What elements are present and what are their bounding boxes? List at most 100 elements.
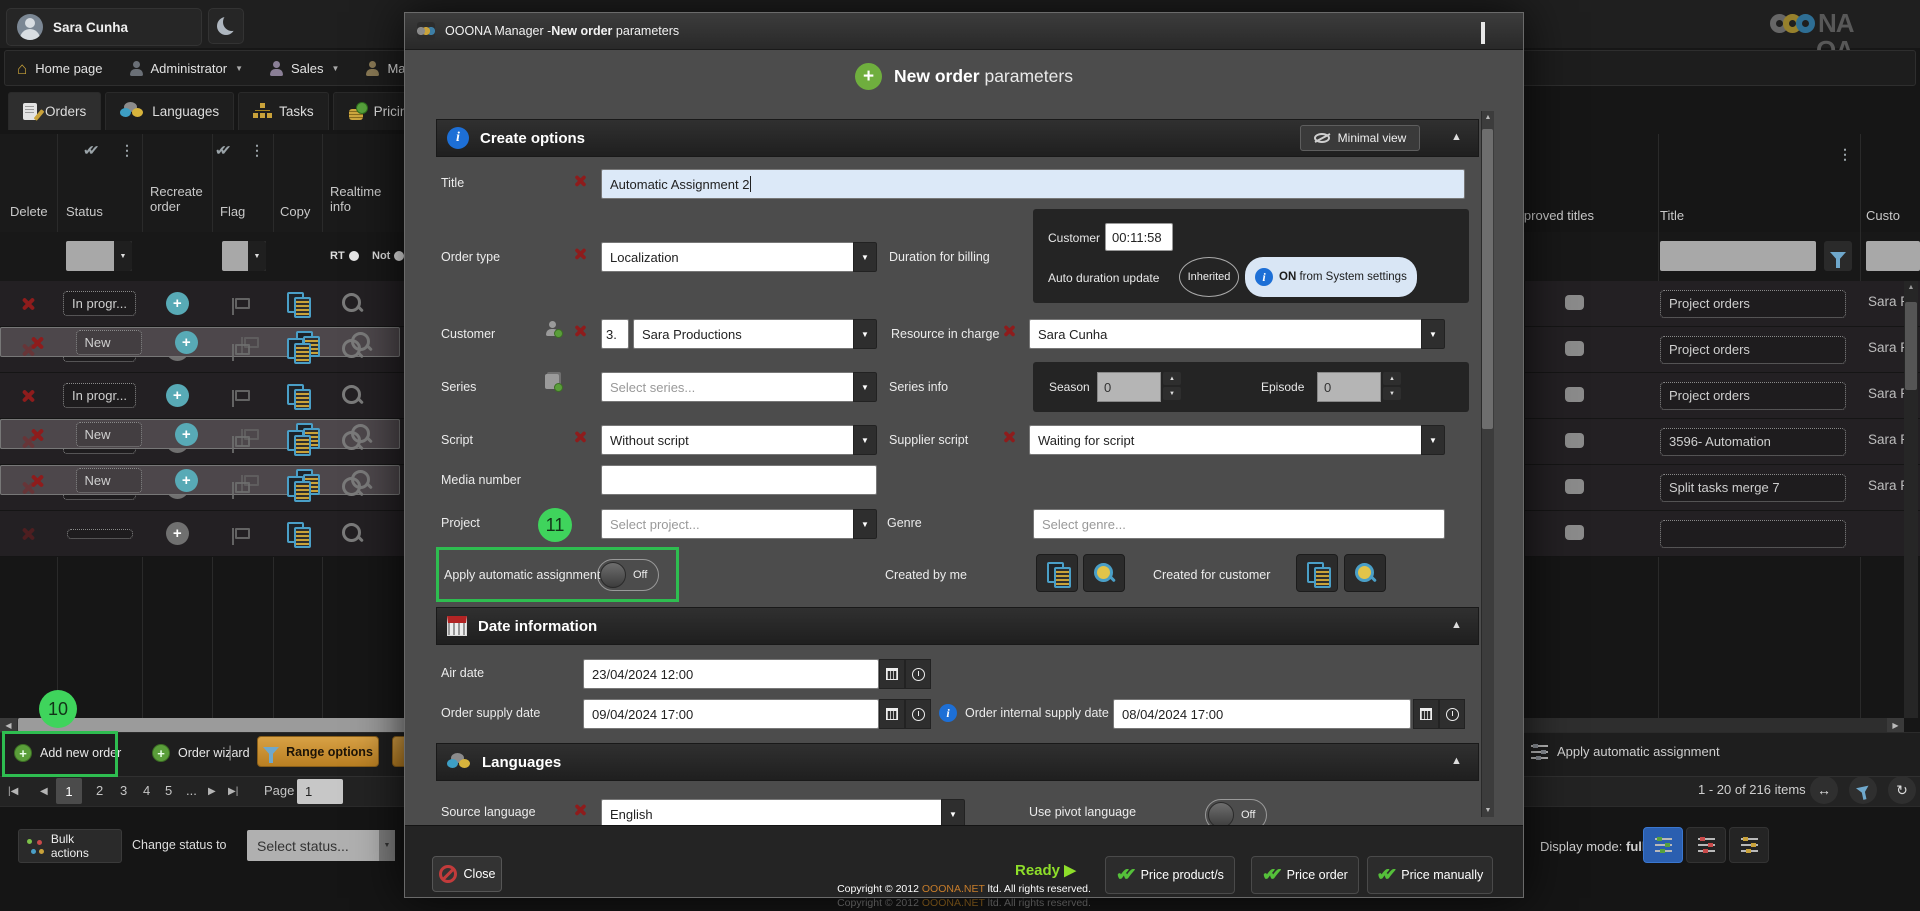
- status-button[interactable]: In progr...: [63, 291, 136, 316]
- resource-in-charge-dropdown[interactable]: Sara Cunha▼: [1029, 319, 1445, 349]
- customer-duration-input[interactable]: 00:11:58: [1105, 223, 1173, 251]
- order-title[interactable]: Split tasks merge 7: [1660, 474, 1846, 502]
- chevron-down-icon[interactable]: ▼: [853, 242, 877, 272]
- chevron-down-icon[interactable]: ▼: [1421, 319, 1445, 349]
- page-3-button[interactable]: 3: [120, 783, 127, 798]
- tab-orders[interactable]: Orders: [8, 92, 101, 130]
- page-2-button[interactable]: 2: [96, 783, 103, 798]
- page-ellipsis[interactable]: ...: [186, 783, 197, 798]
- scroll-right-icon[interactable]: ▶: [1887, 718, 1904, 732]
- copy-button[interactable]: [273, 522, 322, 545]
- created-by-me-search-button[interactable]: [1083, 554, 1125, 592]
- order-row[interactable]: New +: [0, 465, 400, 495]
- season-input[interactable]: 0: [1097, 372, 1161, 402]
- order-row-right[interactable]: Split tasks merge 7Sara P: [1525, 465, 1920, 511]
- order-row-right[interactable]: Project ordersSara P: [1525, 327, 1920, 373]
- recreate-order-button[interactable]: +: [151, 469, 221, 492]
- supplier-script-dropdown[interactable]: Waiting for script▼: [1029, 425, 1445, 455]
- order-row[interactable]: In progr...+: [0, 281, 405, 327]
- supply-date-time-button[interactable]: [905, 699, 931, 729]
- project-dropdown[interactable]: Select project...▼: [601, 509, 877, 539]
- nav-sales[interactable]: Sales▼: [269, 61, 339, 76]
- created-for-customer-copy-button[interactable]: [1296, 554, 1338, 592]
- right-scrollbar-thumb[interactable]: [1905, 302, 1917, 390]
- status-button[interactable]: New: [76, 422, 142, 447]
- delete-button[interactable]: [0, 526, 57, 541]
- comment-bubble-icon[interactable]: [1565, 295, 1584, 310]
- created-for-customer-search-button[interactable]: [1344, 554, 1386, 592]
- nav-administrator[interactable]: Administrator▼: [129, 61, 244, 76]
- flag-button[interactable]: [212, 390, 273, 401]
- status-multi-check-icon[interactable]: ✔✔: [83, 142, 99, 160]
- order-title[interactable]: [1660, 520, 1846, 548]
- page-last-button[interactable]: ▶|: [228, 786, 238, 797]
- select-status-dropdown[interactable]: Select status...▼: [247, 830, 395, 861]
- air-date-calendar-button[interactable]: [879, 659, 905, 689]
- flag-filter-dropdown[interactable]: ▼: [222, 241, 266, 271]
- flag-button[interactable]: [212, 528, 273, 539]
- internal-date-time-button[interactable]: [1439, 699, 1465, 729]
- delete-button[interactable]: [9, 427, 66, 442]
- section-date-information[interactable]: Date information: [436, 607, 1479, 645]
- tab-tasks[interactable]: Tasks: [238, 92, 329, 130]
- add-series-icon[interactable]: [545, 374, 559, 394]
- maximize-button[interactable]: [1481, 25, 1485, 43]
- display-mode-mixed-button[interactable]: [1729, 827, 1769, 863]
- order-row[interactable]: +: [0, 511, 405, 557]
- brand-link[interactable]: OOONA.NET: [922, 883, 985, 895]
- not-filter[interactable]: Not: [372, 250, 404, 262]
- season-stepper[interactable]: ▲▼: [1163, 372, 1181, 400]
- customer-filter-input[interactable]: [1866, 241, 1920, 271]
- comment-bubble-icon[interactable]: [1565, 433, 1584, 448]
- rt-filter[interactable]: RT: [330, 250, 359, 262]
- series-dropdown[interactable]: Select series...▼: [601, 372, 877, 402]
- script-dropdown[interactable]: Without script▼: [601, 425, 877, 455]
- flag-menu-icon[interactable]: ⋮: [250, 142, 264, 159]
- flag-button[interactable]: [221, 337, 282, 348]
- title-input[interactable]: Automatic Assignment 2: [601, 169, 1465, 199]
- order-row[interactable]: New+: [0, 327, 400, 357]
- status-button[interactable]: [67, 529, 133, 539]
- internal-date-calendar-button[interactable]: [1413, 699, 1439, 729]
- scroll-up-icon[interactable]: ▲: [1904, 281, 1918, 291]
- page-prev-button[interactable]: ◀: [40, 786, 48, 797]
- realtime-info-button[interactable]: [322, 523, 382, 544]
- comment-bubble-icon[interactable]: [1565, 479, 1584, 494]
- status-button[interactable]: In progr...: [63, 383, 136, 408]
- order-row-right[interactable]: [1525, 511, 1920, 557]
- chevron-down-icon[interactable]: ▼: [853, 509, 877, 539]
- supply-date-calendar-button[interactable]: [879, 699, 905, 729]
- order-title[interactable]: 3596- Automation: [1660, 428, 1846, 456]
- scroll-down-icon[interactable]: ▼: [1482, 807, 1494, 814]
- status-button[interactable]: New: [76, 468, 142, 493]
- tab-languages[interactable]: Languages: [105, 92, 234, 130]
- order-internal-supply-input[interactable]: 08/04/2024 17:00: [1113, 699, 1411, 729]
- title-filter-input[interactable]: [1660, 241, 1816, 271]
- delete-button[interactable]: [0, 296, 57, 311]
- inherited-pill[interactable]: Inherited: [1179, 257, 1239, 297]
- display-mode-compact-button[interactable]: [1686, 827, 1726, 863]
- flag-button[interactable]: [221, 429, 282, 440]
- rt-radio[interactable]: [349, 251, 359, 261]
- scroll-up-icon[interactable]: ▲: [1482, 111, 1494, 121]
- page-1-button[interactable]: 1: [56, 778, 82, 804]
- flag-multi-check-icon[interactable]: ✔✔: [215, 142, 231, 160]
- recreate-order-button[interactable]: +: [142, 384, 212, 407]
- range-options-button[interactable]: Range options: [257, 736, 379, 767]
- collapse-date-info-icon[interactable]: ▲: [1451, 619, 1462, 631]
- brand-link[interactable]: OOONA.NET: [922, 897, 985, 909]
- chevron-down-icon[interactable]: ▼: [853, 425, 877, 455]
- comment-bubble-icon[interactable]: [1565, 341, 1584, 356]
- title-filter-funnel-button[interactable]: [1824, 241, 1852, 271]
- delete-button[interactable]: [0, 388, 57, 403]
- episode-stepper[interactable]: ▲▼: [1383, 372, 1401, 400]
- created-by-me-copy-button[interactable]: [1036, 554, 1078, 592]
- dialog-scrollbar-thumb[interactable]: [1482, 129, 1493, 429]
- order-row-right[interactable]: 3596- AutomationSara P: [1525, 419, 1920, 465]
- copy-button[interactable]: [273, 384, 322, 407]
- customer-number-input[interactable]: 3.: [601, 319, 629, 349]
- status-button[interactable]: New: [76, 330, 142, 355]
- comment-bubble-icon[interactable]: [1565, 387, 1584, 402]
- order-supply-date-input[interactable]: 09/04/2024 17:00: [583, 699, 879, 729]
- comment-bubble-icon[interactable]: [1565, 525, 1584, 540]
